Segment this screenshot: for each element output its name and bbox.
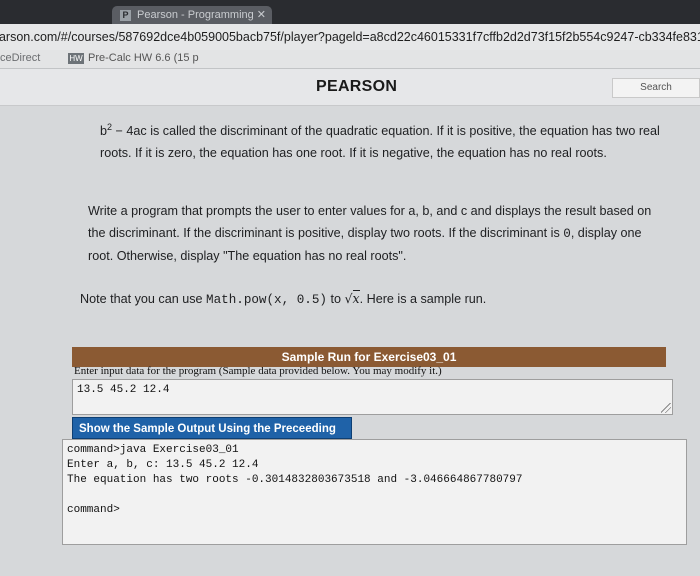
tab-title: Pearson - Programming: [137, 9, 254, 21]
console-line: command>java Exercise03_01: [67, 444, 239, 456]
browser-tab-bar: P Pearson - Programming ✕: [0, 0, 700, 24]
url-text[interactable]: earson.com/#/courses/587692dce4b059005ba…: [0, 28, 700, 46]
bookmark-item[interactable]: HW Pre-Calc HW 6.6 (15 p: [68, 52, 199, 64]
console-line: The equation has two roots -0.3014832803…: [67, 474, 523, 486]
paragraph-text: to: [326, 292, 345, 306]
formula-text: b: [100, 124, 108, 139]
brand-logo: PEARSON: [316, 78, 398, 95]
app-header: PEARSON Search: [0, 69, 700, 106]
show-sample-output-button[interactable]: Show the Sample Output Using the Preceed…: [72, 417, 352, 457]
console-line: Enter a, b, c: 13.5 45.2 12.4: [67, 459, 259, 471]
sample-input-value[interactable]: 13.5 45.2 12.4: [77, 384, 169, 396]
discriminant-paragraph: b2 − 4ac is called the discriminant of t…: [100, 116, 660, 164]
paragraph-text: . Here is a sample run.: [359, 292, 487, 306]
bookmark-label: Pre-Calc HW 6.6 (15 p: [88, 52, 199, 64]
browser-tab[interactable]: P Pearson - Programming ✕: [112, 6, 272, 24]
bookmarks-bar: ceDirect HW Pre-Calc HW 6.6 (15 p: [0, 50, 700, 69]
address-bar[interactable]: earson.com/#/courses/587692dce4b059005ba…: [0, 24, 700, 51]
exercise-content: b2 − 4ac is called the discriminant of t…: [0, 106, 700, 576]
sqrt-symbol: √x: [344, 290, 360, 306]
note-paragraph: Note that you can use Math.pow(x, 0.5) t…: [80, 288, 680, 311]
paragraph-text: Note that you can use: [80, 292, 207, 306]
sqrt-radicand: x: [352, 290, 360, 306]
paragraph-text: − 4ac is called the discriminant of the …: [100, 124, 660, 161]
inline-code: 0: [563, 227, 571, 241]
search-button[interactable]: Search: [612, 78, 700, 98]
inline-code: Math.pow(x, 0.5): [206, 293, 327, 307]
bookmark-item[interactable]: ceDirect: [0, 52, 40, 64]
close-icon[interactable]: ✕: [257, 6, 266, 24]
sample-input-field[interactable]: 13.5 45.2 12.4: [72, 379, 673, 415]
pearson-favicon-icon: P: [120, 10, 131, 21]
console-line: command>: [67, 504, 120, 516]
sample-output-console: command>java Exercise03_01 Enter a, b, c…: [62, 439, 687, 545]
resize-handle-icon[interactable]: [661, 403, 671, 413]
sample-run-title: Sample Run for Exercise03_01: [72, 347, 666, 367]
bookmark-favicon-icon: HW: [68, 52, 84, 64]
task-paragraph: Write a program that prompts the user to…: [88, 200, 668, 267]
sample-run-hint: Enter input data for the program (Sample…: [74, 365, 442, 377]
